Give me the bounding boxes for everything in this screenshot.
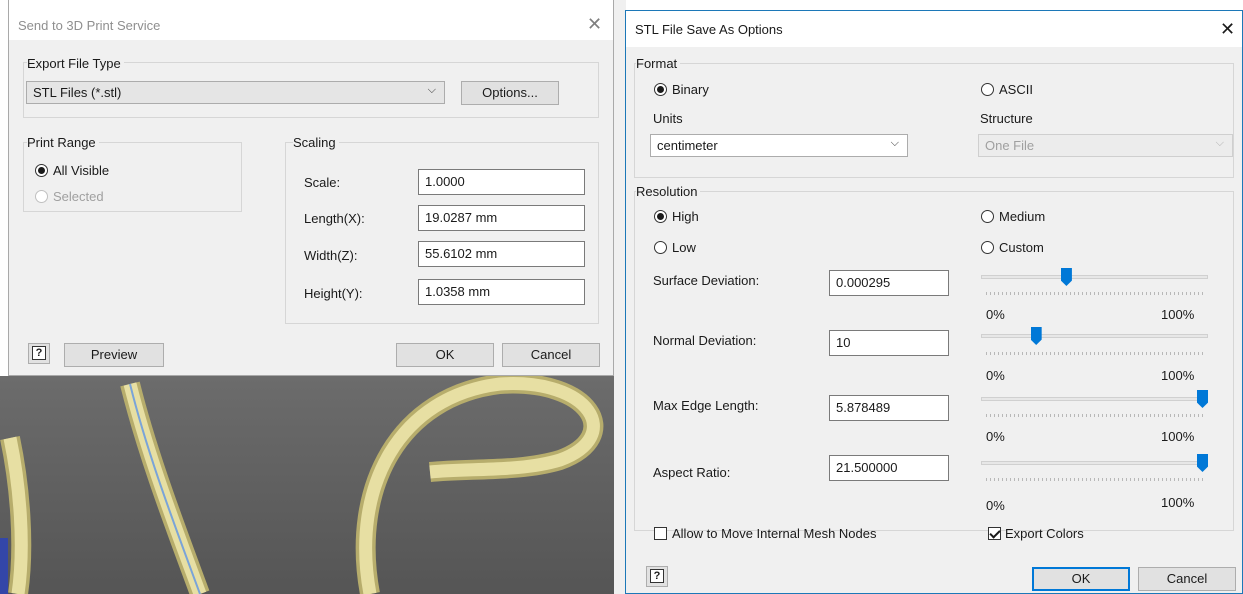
options-button[interactable]: Options... [461, 81, 559, 105]
scaling-label: Scaling [293, 135, 339, 150]
taskbar-accent [0, 538, 8, 594]
dialog-title: Send to 3D Print Service [18, 18, 161, 33]
all-visible-label: All Visible [53, 163, 110, 178]
medium-radio[interactable] [981, 210, 994, 223]
print-range-label: Print Range [27, 135, 99, 150]
low-label: Low [672, 240, 696, 255]
binary-label: Binary [672, 82, 709, 97]
custom-label: Custom [999, 240, 1044, 255]
tube-model [0, 376, 604, 594]
ascii-radio[interactable] [981, 83, 994, 96]
scale-label: Scale: [304, 175, 341, 190]
selected-radio[interactable] [35, 190, 48, 203]
help-button[interactable]: ? [646, 566, 668, 587]
width-input[interactable]: 55.6102 mm [418, 241, 585, 267]
title-bar: STL File Save As Options ✕ [626, 11, 1242, 47]
max-edge-length-slider[interactable] [981, 397, 1208, 401]
length-input[interactable]: 19.0287 mm [418, 205, 585, 231]
ok-button[interactable]: OK [1032, 567, 1130, 591]
length-label: Length(X): [304, 211, 365, 226]
export-file-type-label: Export File Type [27, 56, 124, 71]
send-to-3d-print-dialog: Send to 3D Print Service ✕ Export File T… [8, 0, 614, 376]
structure-label: Structure [980, 111, 1033, 126]
max-edge-length-input[interactable]: 5.878489 [829, 395, 949, 421]
format-label: Format [636, 56, 681, 71]
slider-min-label: 0% [986, 498, 1005, 513]
help-icon: ? [650, 569, 664, 583]
structure-dropdown[interactable]: One File ⌵ [978, 134, 1233, 157]
slider-ticks [986, 414, 1203, 417]
allow-move-nodes-checkbox[interactable] [654, 527, 667, 540]
cancel-button[interactable]: Cancel [502, 343, 600, 367]
aspect-ratio-input[interactable]: 21.500000 [829, 455, 949, 481]
preview-button[interactable]: Preview [64, 343, 164, 367]
stl-save-options-dialog: STL File Save As Options ✕ Format Binary… [625, 10, 1243, 594]
ascii-label: ASCII [999, 82, 1033, 97]
width-label: Width(Z): [304, 248, 358, 263]
slider-ticks [986, 292, 1203, 295]
medium-label: Medium [999, 209, 1046, 224]
file-type-value: STL Files (*.stl) [33, 85, 122, 100]
binary-radio[interactable] [654, 83, 667, 96]
normal-deviation-label: Normal Deviation: [653, 333, 757, 348]
export-colors-label: Export Colors [1005, 526, 1084, 541]
close-icon[interactable]: ✕ [587, 16, 602, 34]
height-input[interactable]: 1.0358 mm [418, 279, 585, 305]
dialog-title: STL File Save As Options [635, 22, 783, 37]
surface-deviation-label: Surface Deviation: [653, 273, 760, 288]
surface-deviation-slider[interactable] [981, 275, 1208, 279]
surface-deviation-input[interactable]: 0.000295 [829, 270, 949, 296]
height-label: Height(Y): [304, 286, 363, 301]
slider-ticks [986, 478, 1203, 481]
chevron-down-icon: ⌵ [1215, 136, 1224, 149]
units-label: Units [653, 111, 683, 126]
slider-ticks [986, 352, 1203, 355]
selected-label: Selected [53, 189, 104, 204]
ok-button[interactable]: OK [396, 343, 494, 367]
structure-value: One File [985, 138, 1035, 153]
aspect-ratio-slider[interactable] [981, 461, 1208, 465]
chevron-down-icon: ⌵ [427, 83, 436, 96]
slider-min-label: 0% [986, 307, 1005, 322]
normal-deviation-input[interactable]: 10 [829, 330, 949, 356]
normal-deviation-slider[interactable] [981, 334, 1208, 338]
units-dropdown[interactable]: centimeter ⌵ [650, 134, 908, 157]
high-radio[interactable] [654, 210, 667, 223]
all-visible-radio[interactable] [35, 164, 48, 177]
cancel-button[interactable]: Cancel [1138, 567, 1236, 591]
help-button[interactable]: ? [28, 343, 50, 364]
chevron-down-icon: ⌵ [890, 136, 899, 149]
low-radio[interactable] [654, 241, 667, 254]
custom-radio[interactable] [981, 241, 994, 254]
3d-viewport[interactable] [0, 376, 624, 594]
slider-max-label: 100% [1161, 307, 1195, 322]
max-edge-length-label: Max Edge Length: [653, 398, 759, 413]
allow-move-nodes-label: Allow to Move Internal Mesh Nodes [672, 526, 877, 541]
slider-max-label: 100% [1161, 429, 1195, 444]
title-bar: Send to 3D Print Service ✕ [9, 0, 613, 40]
file-type-dropdown[interactable]: STL Files (*.stl) ⌵ [26, 81, 445, 104]
aspect-ratio-label: Aspect Ratio: [653, 465, 731, 480]
format-group [634, 63, 1234, 178]
slider-max-label: 100% [1161, 495, 1195, 510]
units-value: centimeter [657, 138, 718, 153]
slider-max-label: 100% [1161, 368, 1195, 383]
close-icon[interactable]: ✕ [1220, 21, 1235, 39]
export-colors-checkbox[interactable] [988, 527, 1001, 540]
help-icon: ? [32, 346, 46, 360]
slider-min-label: 0% [986, 368, 1005, 383]
resolution-label: Resolution [636, 184, 701, 199]
slider-min-label: 0% [986, 429, 1005, 444]
scale-input[interactable]: 1.0000 [418, 169, 585, 195]
high-label: High [672, 209, 699, 224]
